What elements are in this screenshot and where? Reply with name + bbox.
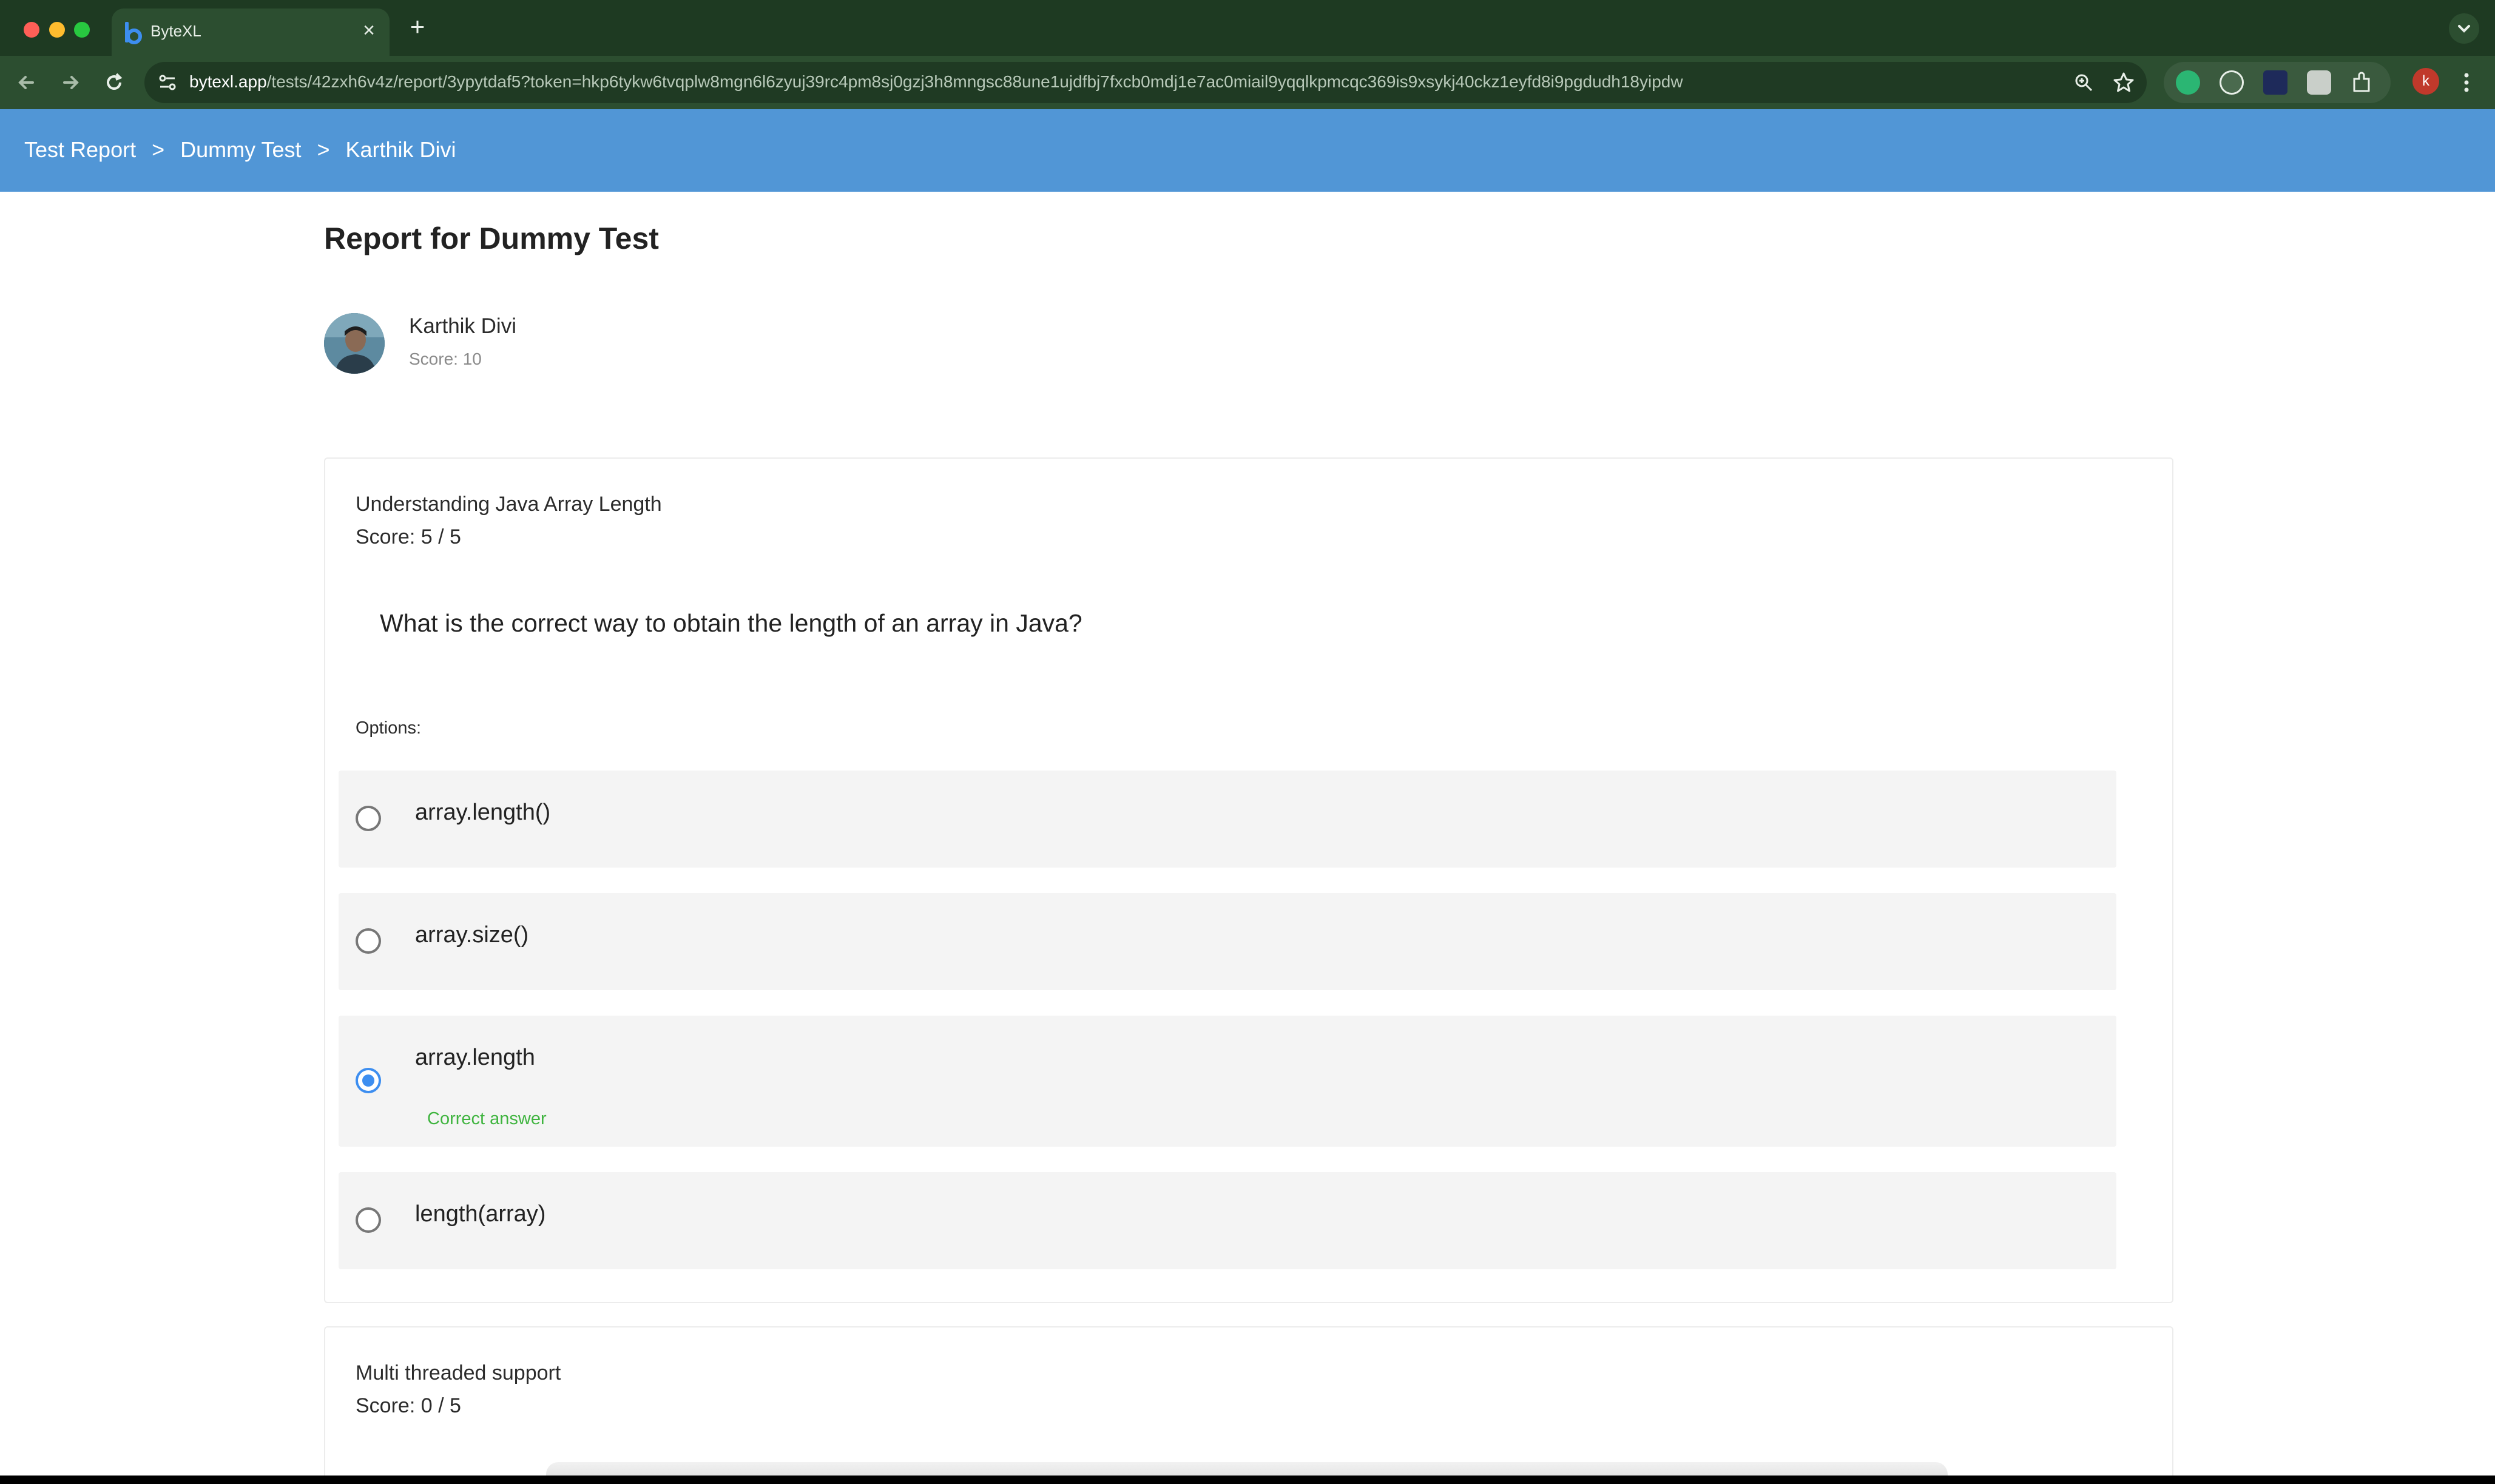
option-label: array.length() (415, 800, 551, 825)
tab-strip: ByteXL × + (0, 0, 2495, 56)
forward-button[interactable] (56, 68, 85, 97)
forward-arrow-icon (63, 76, 79, 89)
question-score: Score: 5 / 5 (356, 525, 461, 548)
url-host: bytexl.app (189, 72, 267, 91)
avatar (324, 313, 385, 374)
back-button[interactable] (12, 68, 41, 97)
option-item[interactable]: array.length() (339, 771, 2116, 868)
student-avatar-icon (324, 313, 385, 374)
back-arrow-icon (18, 76, 34, 89)
dock (546, 1462, 1948, 1476)
question-score: Score: 0 / 5 (356, 1394, 461, 1417)
option-item-selected[interactable]: array.length Correct answer (339, 1016, 2116, 1147)
app-header: Test Report > Dummy Test > Karthik Divi (0, 109, 2495, 192)
reload-icon (107, 73, 123, 90)
extensions-icon[interactable] (2349, 70, 2374, 95)
option-label: array.length (415, 1045, 535, 1070)
student-name: Karthik Divi (409, 314, 516, 338)
breadcrumb-separator: > (152, 137, 165, 162)
option-radio[interactable] (356, 928, 381, 954)
option-item[interactable]: array.size() (339, 893, 2116, 990)
new-tab-button[interactable]: + (405, 14, 430, 39)
breadcrumb-separator: > (317, 137, 330, 162)
tab-title: ByteXL (150, 22, 201, 40)
question-title: Understanding Java Array Length (356, 493, 662, 516)
screenshot-camera-icon[interactable] (2307, 70, 2331, 95)
browser-toolbar: bytexl.app/tests/42zxh6v4z/report/3ypytd… (0, 56, 2495, 109)
option-label: length(array) (415, 1201, 546, 1227)
option-label: array.size() (415, 922, 529, 948)
reload-button[interactable] (100, 68, 129, 97)
site-settings-icon[interactable] (155, 70, 180, 95)
more-menu-icon[interactable] (2457, 68, 2476, 97)
breadcrumb-test-report[interactable]: Test Report (24, 137, 136, 163)
question-card: Multi threaded support Score: 0 / 5 (324, 1326, 2173, 1476)
close-window-button[interactable] (24, 22, 39, 38)
breadcrumb-dummy-test[interactable]: Dummy Test (180, 137, 301, 163)
chevron-down-icon (2458, 25, 2470, 33)
option-item[interactable]: length(array) (339, 1172, 2116, 1269)
address-bar[interactable]: bytexl.app/tests/42zxh6v4z/report/3ypytd… (144, 62, 2147, 103)
bytexl-favicon-icon (125, 22, 142, 44)
profile-avatar[interactable]: k (2412, 68, 2439, 95)
page-title: Report for Dummy Test (324, 221, 659, 255)
extension-green-icon[interactable] (2176, 70, 2200, 95)
options-label: Options: (356, 718, 421, 738)
close-tab-icon[interactable]: × (357, 18, 381, 42)
zoom-icon[interactable] (2071, 70, 2096, 95)
correct-answer-label: Correct answer (427, 1109, 547, 1128)
minimize-window-button[interactable] (49, 22, 65, 38)
question-title: Multi threaded support (356, 1361, 561, 1385)
react-devtools-icon[interactable] (2263, 70, 2287, 95)
question-card: Understanding Java Array Length Score: 5… (324, 457, 2173, 1303)
student-score: Score: 10 (409, 349, 482, 368)
grammarly-icon[interactable] (2220, 70, 2244, 95)
extensions-group (2164, 62, 2391, 103)
option-radio[interactable] (356, 806, 381, 831)
tab-search-button[interactable] (2449, 13, 2479, 44)
question-text: What is the correct way to obtain the le… (380, 609, 1082, 637)
browser-tab[interactable]: ByteXL × (112, 8, 390, 56)
bookmark-star-icon[interactable] (2112, 70, 2136, 95)
url-text[interactable]: bytexl.app/tests/42zxh6v4z/report/3ypytd… (189, 72, 1683, 92)
breadcrumb-student[interactable]: Karthik Divi (346, 137, 456, 163)
zoom-window-button[interactable] (74, 22, 90, 38)
option-radio-selected[interactable] (356, 1068, 381, 1093)
breadcrumb: Test Report > Dummy Test > Karthik Divi (24, 137, 456, 163)
option-radio[interactable] (356, 1207, 381, 1233)
browser-window: ByteXL × + bytexl.app/tests/42zxh6v4z/re… (0, 0, 2495, 1476)
url-path: /tests/42zxh6v4z/report/3ypytdaf5?token=… (266, 72, 1683, 91)
